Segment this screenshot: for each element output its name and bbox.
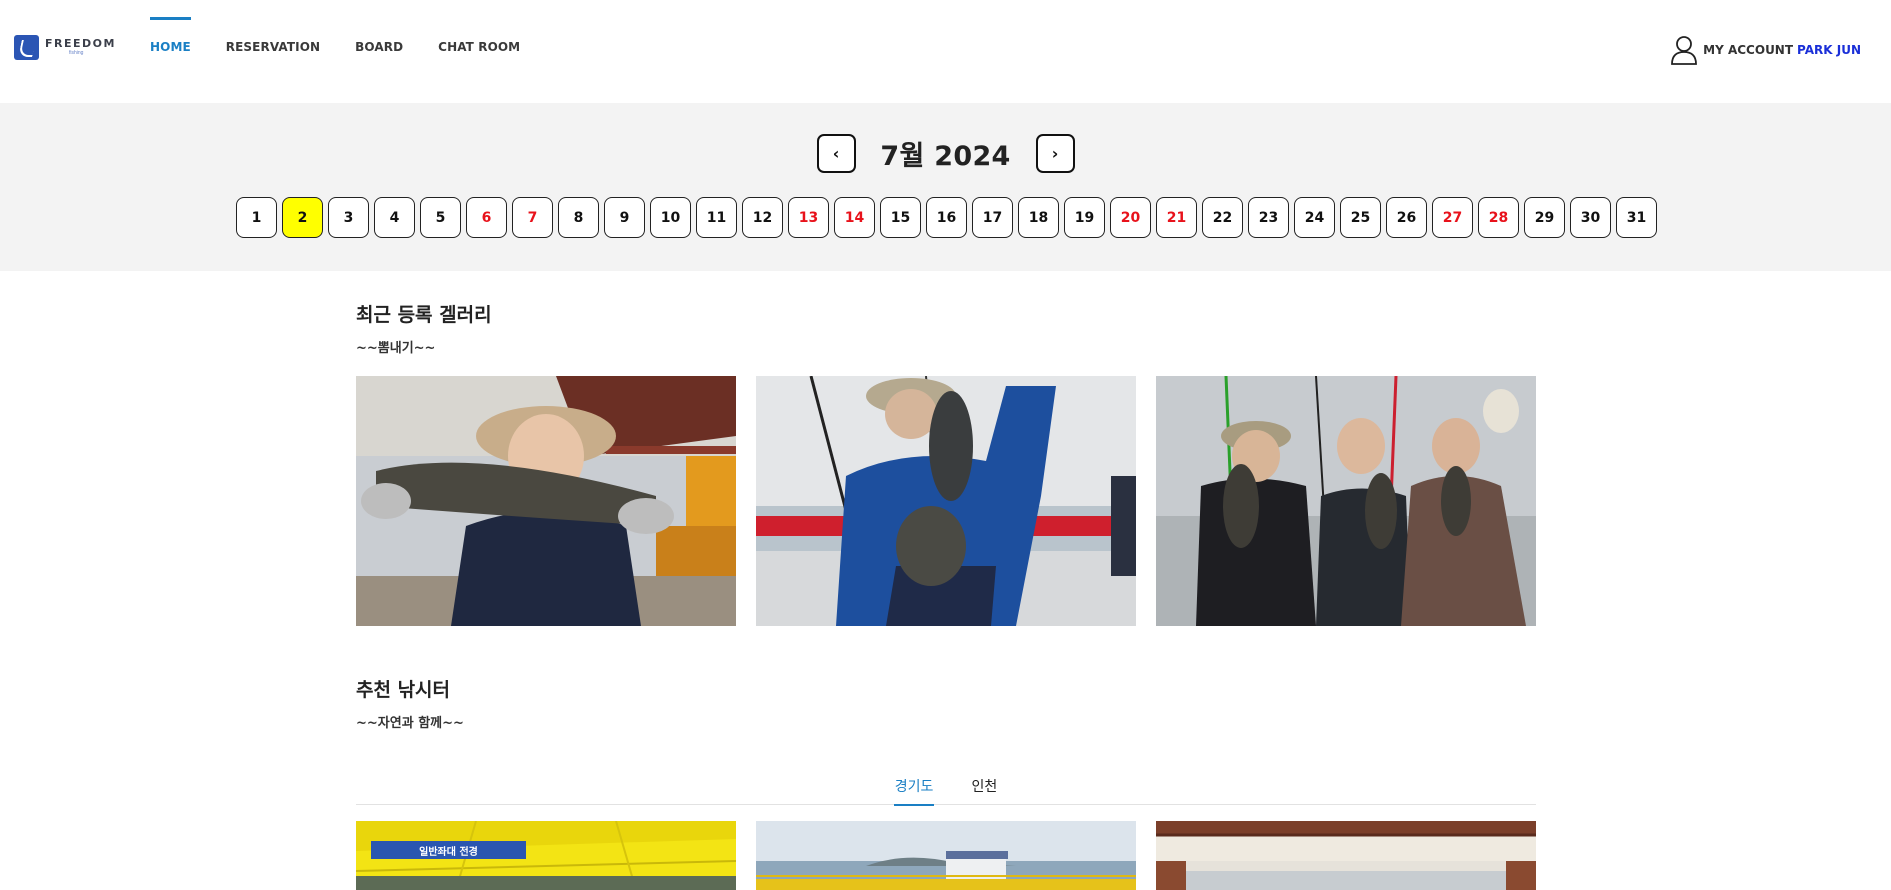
recommend-title: 추천 낚시터	[356, 679, 451, 701]
calendar-strip: ‹ 7월 2024 › 1 2 3 4 5 6 7 8 9 10 11 12 13 14 15 16 17 18 1…	[0, 103, 1891, 271]
calendar-day-16[interactable]: 16	[926, 197, 967, 238]
tab-incheon[interactable]: 인천	[970, 768, 998, 805]
logo-icon	[14, 34, 39, 60]
calendar-day-18[interactable]: 18	[1018, 197, 1059, 238]
calendar-day-17[interactable]: 17	[972, 197, 1013, 238]
account-user-name: PARK JUN	[1797, 43, 1861, 57]
nav-home[interactable]: HOME	[150, 0, 191, 94]
next-month-button[interactable]: ›	[1035, 133, 1075, 173]
calendar-day-15[interactable]: 15	[880, 197, 921, 238]
calendar-day-24[interactable]: 24	[1294, 197, 1335, 238]
fishing-spot-card[interactable]	[756, 821, 1136, 890]
calendar-day-1[interactable]: 1	[236, 197, 277, 238]
user-icon	[1671, 36, 1698, 65]
calendar-day-5[interactable]: 5	[420, 197, 461, 238]
calendar-day-26[interactable]: 26	[1386, 197, 1427, 238]
site-header: FREEDOM fishing HOME RESERVATION BOARD C…	[0, 0, 1891, 103]
calendar-day-30[interactable]: 30	[1570, 197, 1611, 238]
calendar-day-9[interactable]: 9	[604, 197, 645, 238]
fishing-spot-card[interactable]: 일반좌대 전경	[356, 821, 736, 890]
calendar-day-13[interactable]: 13	[788, 197, 829, 238]
calendar-day-7[interactable]: 7	[512, 197, 553, 238]
calendar-day-3[interactable]: 3	[328, 197, 369, 238]
calendar-header: ‹ 7월 2024 ›	[0, 133, 1891, 173]
calendar-day-4[interactable]: 4	[374, 197, 415, 238]
fishing-spot-card[interactable]	[1156, 821, 1536, 890]
calendar-day-20[interactable]: 20	[1110, 197, 1151, 238]
recommend-subtitle: ~~자연과 함께~~	[356, 716, 464, 731]
calendar-day-27[interactable]: 27	[1432, 197, 1473, 238]
my-account-link[interactable]: MY ACCOUNT PARK JUN	[1670, 30, 1861, 70]
calendar-day-23[interactable]: 23	[1248, 197, 1289, 238]
spot-badge: 일반좌대 전경	[371, 841, 526, 859]
calendar-day-22[interactable]: 22	[1202, 197, 1243, 238]
my-account-label: MY ACCOUNT	[1703, 43, 1794, 57]
calendar-day-10[interactable]: 10	[650, 197, 691, 238]
gallery-title: 최근 등록 겔러리	[356, 304, 492, 326]
prev-month-button[interactable]: ‹	[816, 133, 856, 173]
gallery-photo[interactable]	[756, 376, 1136, 626]
calendar-day-25[interactable]: 25	[1340, 197, 1381, 238]
calendar-days: 1 2 3 4 5 6 7 8 9 10 11 12 13 14 15 16 17 18 19 20 21 22 23 24 2…	[236, 197, 1662, 238]
fishing-spot-grid: 일반좌대 전경	[356, 821, 1536, 890]
calendar-day-2[interactable]: 2	[282, 197, 323, 238]
calendar-day-6[interactable]: 6	[466, 197, 507, 238]
calendar-day-11[interactable]: 11	[696, 197, 737, 238]
calendar-day-12[interactable]: 12	[742, 197, 783, 238]
calendar-day-29[interactable]: 29	[1524, 197, 1565, 238]
nav-reservation[interactable]: RESERVATION	[226, 0, 320, 94]
calendar-day-19[interactable]: 19	[1064, 197, 1105, 238]
gallery-photo[interactable]	[1156, 376, 1536, 626]
tab-gyeonggi[interactable]: 경기도	[893, 768, 935, 806]
brand-name: FREEDOM	[45, 36, 116, 50]
brand-tagline: fishing	[69, 49, 84, 56]
main-nav: HOME RESERVATION BOARD CHAT ROOM	[150, 0, 555, 94]
nav-board[interactable]: BOARD	[355, 0, 403, 94]
gallery-grid	[356, 376, 1536, 626]
calendar-day-31[interactable]: 31	[1616, 197, 1657, 238]
calendar-day-21[interactable]: 21	[1156, 197, 1197, 238]
calendar-month-title: 7월 2024	[880, 140, 1011, 172]
calendar-day-8[interactable]: 8	[558, 197, 599, 238]
brand-logo[interactable]: FREEDOM fishing	[14, 33, 116, 61]
gallery-subtitle: ~~뽐내기~~	[356, 341, 436, 356]
calendar-day-14[interactable]: 14	[834, 197, 875, 238]
nav-chat-room[interactable]: CHAT ROOM	[438, 0, 520, 94]
gallery-photo[interactable]	[356, 376, 736, 626]
region-tabs: 경기도 인천	[356, 768, 1536, 806]
calendar-day-28[interactable]: 28	[1478, 197, 1519, 238]
